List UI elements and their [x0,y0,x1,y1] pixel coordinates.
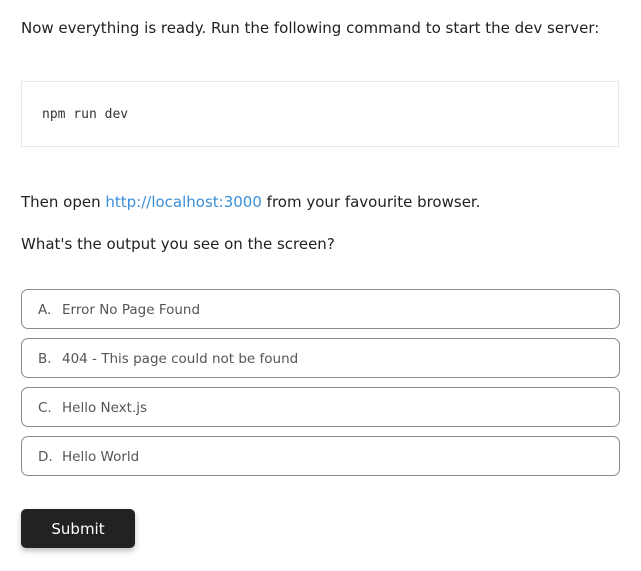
option-label: Hello World [62,449,140,465]
option-b[interactable]: B. 404 - This page could not be found [21,338,620,378]
open-text-after: from your favourite browser. [261,193,481,211]
option-letter: A. [38,302,52,318]
open-browser-text: Then open http://localhost:3000 from you… [21,191,480,213]
option-letter: C. [38,400,52,416]
option-a[interactable]: A. Error No Page Found [21,289,620,329]
open-text-before: Then open [21,193,106,211]
option-label: 404 - This page could not be found [62,351,299,367]
option-c[interactable]: C. Hello Next.js [21,387,620,427]
code-command: npm run dev [42,107,129,122]
option-d[interactable]: D. Hello World [21,436,620,476]
option-letter: B. [38,351,52,367]
option-label: Error No Page Found [62,302,201,318]
submit-button[interactable]: Submit [21,509,135,548]
option-label: Hello Next.js [62,400,148,416]
option-letter: D. [38,449,53,465]
localhost-link[interactable]: http://localhost:3000 [105,193,262,211]
code-block: npm run dev [21,81,619,147]
instruction-text: Now everything is ready. Run the followi… [21,19,600,37]
question-text: What's the output you see on the screen? [21,235,335,253]
